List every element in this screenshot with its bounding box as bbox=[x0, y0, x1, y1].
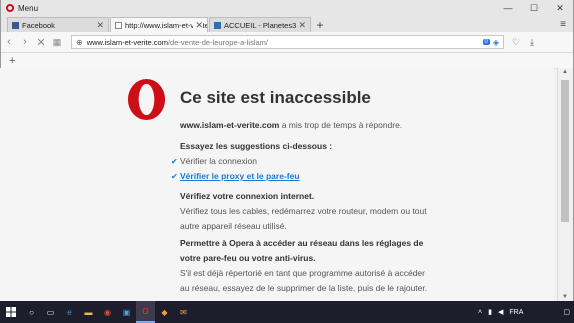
error-host-message: a mis trop de temps à répondre. bbox=[279, 120, 403, 130]
file-explorer-icon[interactable]: ▬ bbox=[79, 301, 98, 323]
new-tab-button[interactable]: + bbox=[312, 17, 328, 32]
close-window-button[interactable]: ✕ bbox=[547, 0, 573, 16]
check-icon: ✔ bbox=[171, 172, 178, 181]
volume-icon[interactable]: ◀ bbox=[498, 308, 503, 316]
back-icon[interactable]: ‹ bbox=[1, 33, 17, 51]
opera-menu-button[interactable]: Menu bbox=[1, 0, 38, 16]
tab-close-icon[interactable]: ✕ bbox=[296, 19, 306, 31]
facebook-favicon-icon bbox=[12, 21, 19, 29]
download-icon[interactable]: ⤓ bbox=[524, 33, 540, 51]
address-bar: ‹ › ✕ ▦ ⊕ www.islam-et-verite.com/de-ven… bbox=[1, 32, 573, 53]
minimize-button[interactable]: — bbox=[495, 0, 521, 16]
shield-icon[interactable]: ◈ bbox=[493, 38, 499, 47]
toolbar-right: ♡ ⤓ bbox=[508, 33, 540, 51]
speed-dial-icon[interactable]: ▦ bbox=[49, 33, 65, 51]
scroll-down-icon[interactable]: ▼ bbox=[562, 294, 568, 300]
reload-icon[interactable]: ✕ bbox=[33, 33, 49, 51]
check-connection-section: Vérifiez votre connexion internet. Vérif… bbox=[180, 189, 428, 234]
notification-icon[interactable]: ▢ bbox=[563, 308, 570, 316]
firewall-section: Permettre à Opera à accéder au réseau da… bbox=[180, 236, 428, 296]
store-icon[interactable]: ▣ bbox=[117, 301, 136, 323]
bookmarks-bar: + bbox=[1, 53, 573, 69]
tab-facebook[interactable]: Facebook ✕ bbox=[7, 17, 109, 32]
system-tray: ˄ ▮ ◀ FRA ▢ bbox=[478, 308, 574, 317]
windows-start-icon[interactable] bbox=[0, 301, 22, 323]
url-input[interactable]: ⊕ www.islam-et-verite.com/de-vente-de-le… bbox=[71, 35, 504, 49]
suggestion-item: ✔ Vérifier la connexion bbox=[171, 154, 428, 169]
tab-islam-et-verite[interactable]: http://www.islam-et-verite.com ✕ bbox=[110, 17, 208, 32]
edge-icon[interactable]: e bbox=[60, 301, 79, 323]
url-icons: 0 ◈ bbox=[482, 38, 504, 47]
url-path: /de-vente-de-leurope-a-lislam/ bbox=[167, 37, 269, 47]
tray-up-icon[interactable]: ˄ bbox=[478, 309, 482, 316]
tab-close-icon[interactable]: ✕ bbox=[96, 20, 104, 31]
firewall-text: S'il est déjà répertorié en tant que pro… bbox=[180, 268, 428, 293]
task-view-icon[interactable]: ▭ bbox=[41, 301, 60, 323]
suggestion-item: ✔ Vérifier le proxy et le pare-feu bbox=[171, 169, 428, 184]
firewall-title: Permettre à Opera à accéder au réseau da… bbox=[180, 238, 424, 263]
maximize-button[interactable]: ☐ bbox=[521, 0, 547, 16]
window-controls: — ☐ ✕ bbox=[495, 0, 573, 16]
tab-label: ACCUEIL - Planetes360 bbox=[224, 20, 305, 30]
check-connection-title: Vérifiez votre connexion internet. bbox=[180, 191, 315, 201]
error-page: Ce site est inaccessible www.islam-et-ve… bbox=[0, 68, 554, 301]
app-icon[interactable]: ✉ bbox=[174, 301, 193, 323]
planetes360-favicon-icon bbox=[214, 21, 221, 29]
vpn-badge[interactable]: 0 bbox=[482, 39, 490, 45]
heart-icon[interactable]: ♡ bbox=[508, 33, 524, 51]
tab-label: Facebook bbox=[22, 20, 55, 30]
title-bar: Menu — ☐ ✕ bbox=[1, 0, 573, 16]
check-connection-text: Vérifiez tous les cables, redémarrez vot… bbox=[180, 206, 427, 231]
tab-close-icon[interactable]: ✕ bbox=[193, 19, 203, 31]
suggestions-title: Essayez les suggestions ci-dessous : bbox=[180, 141, 333, 151]
menu-label: Menu bbox=[18, 3, 39, 13]
forward-icon[interactable]: › bbox=[17, 33, 33, 51]
error-reason: www.islam-et-verite.com a mis trop de te… bbox=[180, 118, 428, 133]
check-icon: ✔ bbox=[171, 157, 178, 166]
opera-error-logo-icon bbox=[127, 78, 166, 121]
scroll-up-icon[interactable]: ▲ bbox=[562, 69, 568, 75]
chrome-icon[interactable]: ◉ bbox=[98, 301, 117, 323]
opera-taskbar-icon[interactable]: O bbox=[136, 301, 155, 323]
taskbar: ○ ▭ e ▬ ◉ ▣ O ◆ ✉ ˄ ▮ ◀ FRA ▢ bbox=[0, 301, 574, 323]
scroll-thumb[interactable] bbox=[561, 80, 569, 222]
network-icon[interactable]: ▮ bbox=[488, 308, 492, 316]
globe-icon: ⊕ bbox=[76, 37, 83, 47]
scrollbar[interactable]: ▲ ▼ bbox=[557, 68, 573, 301]
tab-menu-icon[interactable]: ≡ bbox=[553, 17, 573, 32]
language-indicator[interactable]: FRA bbox=[509, 309, 523, 316]
opera-logo-icon bbox=[6, 4, 14, 12]
suggestions: Essayez les suggestions ci-dessous : ✔ V… bbox=[171, 139, 428, 184]
suggestion-connection: Vérifier la connexion bbox=[180, 156, 258, 166]
app-icon[interactable]: ◆ bbox=[155, 301, 174, 323]
tab-planetes360[interactable]: ACCUEIL - Planetes360 ✕ bbox=[209, 17, 311, 32]
tab-strip: Facebook ✕ http://www.islam-et-verite.co… bbox=[1, 16, 573, 32]
add-bookmark-icon[interactable]: + bbox=[9, 55, 15, 67]
error-host: www.islam-et-verite.com bbox=[180, 120, 280, 130]
proxy-firewall-link[interactable]: Vérifier le proxy et le pare-feu bbox=[180, 169, 300, 184]
page-favicon-icon bbox=[115, 21, 122, 29]
error-title: Ce site est inaccessible bbox=[180, 88, 371, 107]
search-icon[interactable]: ○ bbox=[22, 301, 41, 323]
url-host: www.islam-et-verite.com bbox=[86, 37, 168, 47]
